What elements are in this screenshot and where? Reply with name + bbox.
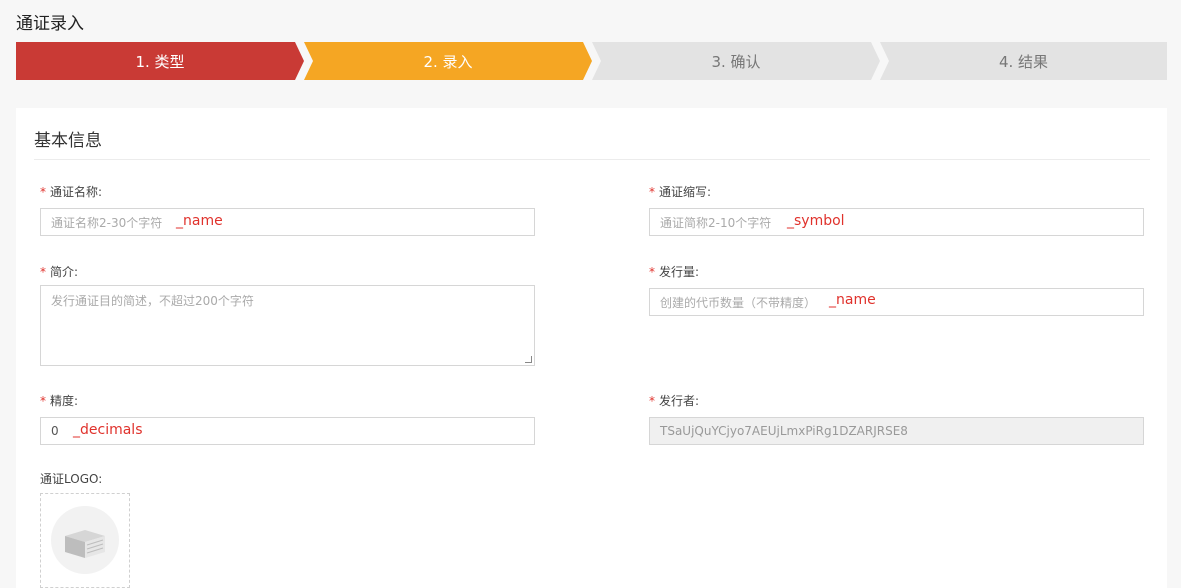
required-mark: *: [40, 265, 46, 279]
issuer-input: TSaUjQuYCjyo7AEUjLmxPiRg1DZARJRSE8: [649, 417, 1144, 445]
token-name-placeholder: 通证名称2-30个字符: [51, 215, 163, 230]
box-icon: [65, 530, 105, 558]
decimals-value: 0: [51, 424, 59, 438]
supply-label-text: 发行量:: [659, 265, 700, 279]
token-symbol-annotation: _symbol: [787, 213, 845, 229]
section-title: 基本信息: [34, 131, 102, 151]
logo-placeholder: [51, 506, 119, 574]
logo-label: 通证LOGO:: [40, 472, 103, 486]
step-label: 3. 确认: [711, 52, 761, 71]
required-mark: *: [40, 185, 46, 199]
required-mark: *: [649, 394, 655, 408]
issuer-label-text: 发行者:: [659, 394, 700, 408]
step-input[interactable]: 2. 录入: [304, 42, 592, 80]
basic-info-card: 基本信息 * 通证名称: 通证名称2-30个字符 _name * 通证缩写: 通证简…: [16, 108, 1167, 588]
token-name-label: * 通证名称:: [40, 183, 102, 200]
required-mark: *: [649, 185, 655, 199]
supply-input[interactable]: 创建的代币数量（不带精度）: [649, 288, 1144, 316]
intro-label-text: 简介:: [50, 265, 79, 279]
token-symbol-label: * 通证缩写:: [649, 183, 711, 200]
intro-label: * 简介:: [40, 263, 78, 280]
supply-label: * 发行量:: [649, 263, 699, 280]
token-symbol-placeholder: 通证简称2-10个字符: [660, 215, 772, 230]
step-result[interactable]: 4. 结果: [880, 42, 1167, 80]
required-mark: *: [649, 265, 655, 279]
token-name-annotation: _name: [176, 213, 223, 229]
step-label: 4. 结果: [998, 52, 1049, 71]
required-mark: *: [40, 394, 46, 408]
issuer-value: TSaUjQuYCjyo7AEUjLmxPiRg1DZARJRSE8: [660, 424, 908, 438]
intro-textarea[interactable]: 发行通证目的简述，不超过200个字符: [40, 285, 535, 366]
logo-upload-box[interactable]: [40, 493, 130, 588]
intro-placeholder: 发行通证目的简述，不超过200个字符: [51, 294, 254, 308]
supply-annotation: _name: [829, 292, 876, 308]
token-symbol-label-text: 通证缩写:: [659, 185, 712, 199]
issuer-label: * 发行者:: [649, 392, 699, 409]
step-progress-bar: 1. 类型 2. 录入 3. 确认 4. 结果: [16, 42, 1167, 80]
resize-handle-icon[interactable]: [525, 356, 532, 363]
token-name-label-text: 通证名称:: [50, 185, 103, 199]
page-title: 通证录入: [16, 14, 84, 34]
token-name-input[interactable]: 通证名称2-30个字符: [40, 208, 535, 236]
step-label: 2. 录入: [423, 52, 473, 71]
supply-placeholder: 创建的代币数量（不带精度）: [660, 295, 817, 310]
token-symbol-input[interactable]: 通证简称2-10个字符: [649, 208, 1144, 236]
step-label: 1. 类型: [135, 52, 185, 71]
decimals-label: * 精度:: [40, 392, 78, 409]
step-type[interactable]: 1. 类型: [16, 42, 304, 80]
decimals-label-text: 精度:: [50, 394, 79, 408]
decimals-annotation: _decimals: [73, 422, 143, 438]
step-confirm[interactable]: 3. 确认: [592, 42, 880, 80]
section-divider: [34, 159, 1150, 160]
